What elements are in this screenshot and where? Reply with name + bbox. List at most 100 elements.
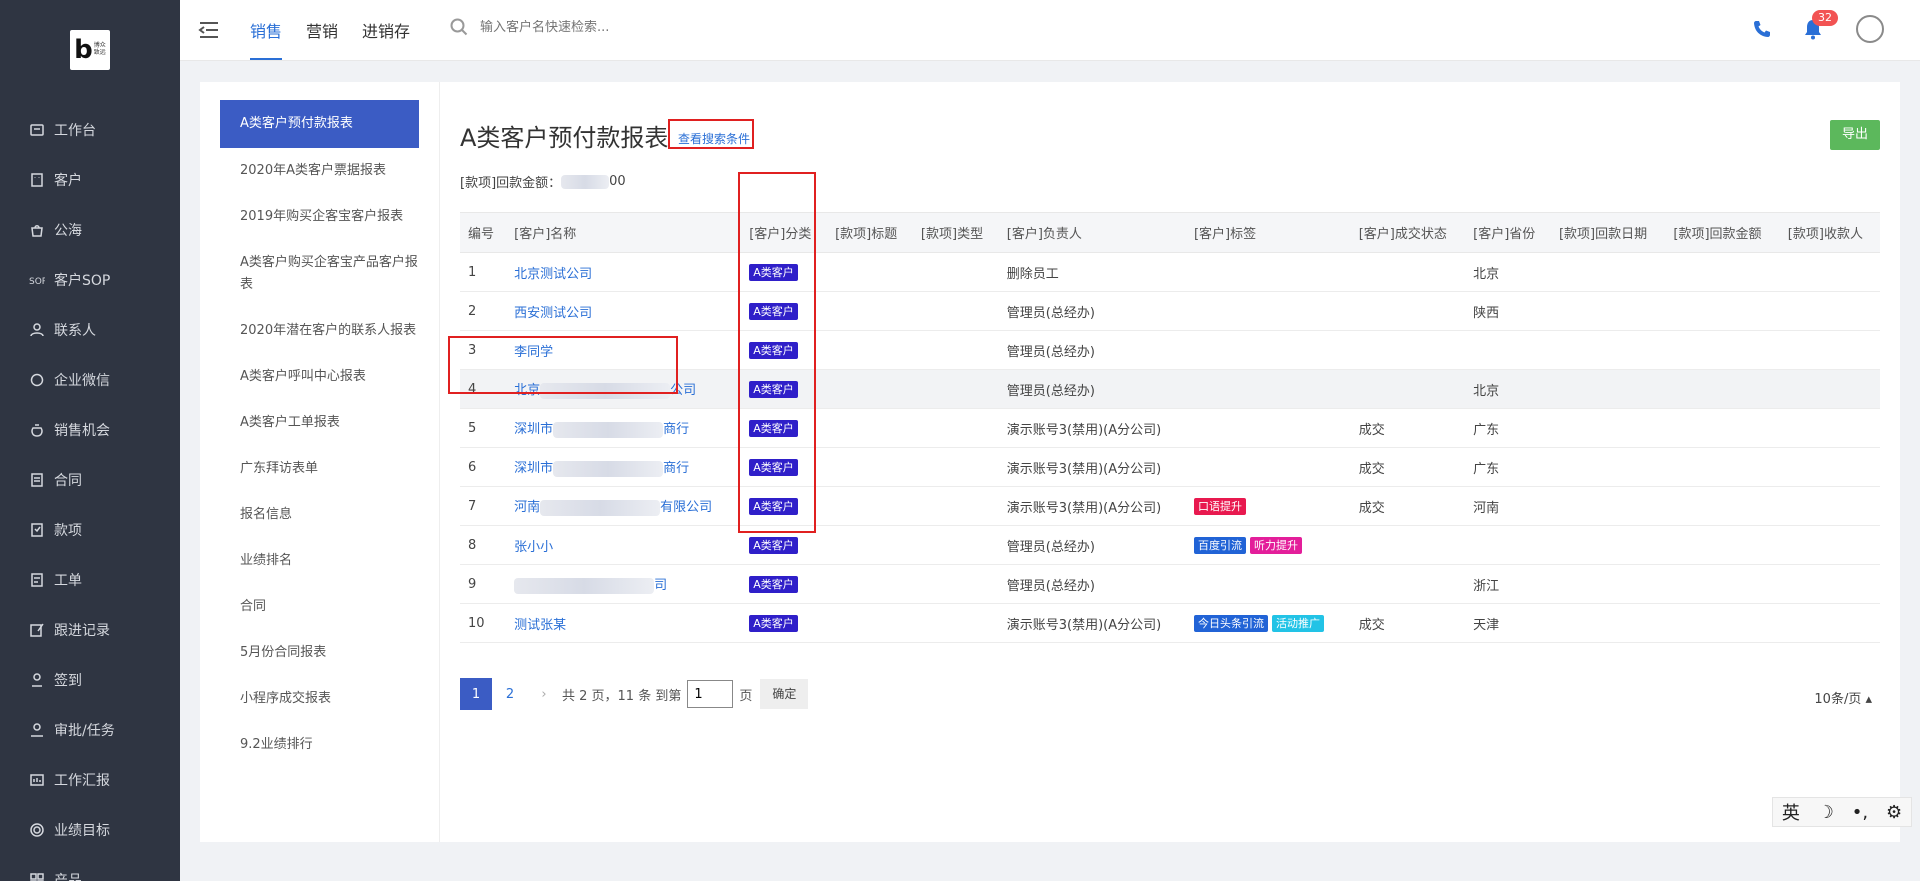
column-header[interactable]: [款项]回款金额 [1665, 212, 1780, 253]
report-item[interactable]: 报名信息 [200, 492, 439, 538]
report-item[interactable]: 9.2业绩排行 [200, 722, 439, 768]
column-header[interactable]: [款项]收款人 [1779, 212, 1880, 253]
page-1-button[interactable]: 1 [460, 678, 492, 710]
sidebar-item-3[interactable]: SOP 客户SOP [0, 255, 180, 305]
sidebar-item-4[interactable]: 联系人 [0, 305, 180, 355]
category-tag: A类客户 [749, 537, 798, 554]
goto-confirm-button[interactable]: 确定 [760, 679, 809, 709]
column-header[interactable]: 编号 [460, 212, 507, 253]
customer-name-link[interactable]: 张小小 [514, 540, 553, 555]
sidebar-item-9[interactable]: 工单 [0, 555, 180, 605]
chat-icon [28, 371, 46, 389]
customer-name-link[interactable]: 西安测试公司 [514, 306, 592, 321]
sidebar-item-label: 销售机会 [54, 423, 110, 439]
tab-2[interactable]: 进销存 [362, 0, 410, 60]
customer-name-suffix[interactable]: 商行 [663, 422, 689, 437]
phone-icon[interactable] [1752, 19, 1772, 39]
report-item[interactable]: A类客户购买企客宝产品客户报表 [200, 240, 439, 308]
brand-logo[interactable]: b 博众 致远 [70, 30, 110, 70]
status-cell [1350, 564, 1466, 604]
page-size-select[interactable]: 10条/页 ▴ [1814, 688, 1872, 707]
search-icon [450, 18, 468, 36]
sidebar-item-6[interactable]: 销售机会 [0, 405, 180, 455]
gear-icon[interactable]: ⚙ [1886, 802, 1902, 823]
customer-name-link[interactable]: 深圳市 [514, 422, 553, 437]
column-header[interactable]: [客户]名称 [506, 212, 742, 253]
table-row[interactable]: 5 深圳市 商行 A类客户 演示账号3(禁用)(A分公司) 成交 广东 [460, 408, 1880, 448]
report-item[interactable]: 合同 [200, 584, 439, 630]
customer-name-link[interactable]: 河南 [514, 500, 540, 515]
payment-date-cell [1550, 486, 1666, 526]
sidebar-item-1[interactable]: 客户 [0, 155, 180, 205]
report-item[interactable]: 2019年购买企客宝客户报表 [200, 194, 439, 240]
tags-cell [1185, 564, 1351, 604]
sidebar-item-2[interactable]: 公海 [0, 205, 180, 255]
table-row[interactable]: 6 深圳市 商行 A类客户 演示账号3(禁用)(A分公司) 成交 广东 [460, 447, 1880, 487]
table-row[interactable]: 9 司 A类客户 管理员(总经办) 浙江 [460, 564, 1880, 604]
sidebar-item-5[interactable]: 企业微信 [0, 355, 180, 405]
report-item[interactable]: 2020年A类客户票据报表 [200, 148, 439, 194]
payment-icon [28, 521, 46, 539]
report-item[interactable]: 业绩排名 [200, 538, 439, 584]
payment-amount-cell [1665, 408, 1780, 448]
sidebar-item-11[interactable]: 签到 [0, 655, 180, 705]
payment-date-cell [1550, 330, 1666, 370]
report-item[interactable]: A类客户预付款报表 [220, 100, 419, 148]
sidebar-item-8[interactable]: 款项 [0, 505, 180, 555]
column-header[interactable]: [客户]标签 [1185, 212, 1351, 253]
goto-page-input[interactable] [687, 680, 734, 708]
column-header[interactable]: [款项]回款日期 [1550, 212, 1666, 253]
customer-tag: 今日头条引流 [1193, 615, 1268, 632]
column-header[interactable]: [客户]成交状态 [1350, 212, 1466, 253]
payment-type-cell [912, 330, 999, 370]
province-cell: 广东 [1465, 408, 1551, 448]
payment-amount-cell [1665, 291, 1780, 331]
sidebar-item-label: 客户SOP [54, 273, 111, 289]
tab-0[interactable]: 销售 [250, 0, 283, 60]
customer-name-link[interactable]: 北京测试公司 [514, 267, 592, 282]
report-item[interactable]: 2020年潜在客户的联系人报表 [200, 308, 439, 354]
collapse-menu-icon[interactable] [198, 20, 220, 40]
table-row[interactable]: 7 河南 有限公司 A类客户 演示账号3(禁用)(A分公司) 口语提升 成交 河南 [460, 486, 1880, 526]
row-number: 2 [460, 291, 507, 331]
report-item[interactable]: 广东拜访表单 [200, 446, 439, 492]
sidebar-item-12[interactable]: 审批/任务 [0, 705, 180, 755]
tab-1[interactable]: 营销 [306, 0, 338, 60]
table-row[interactable]: 8 张小小 A类客户 管理员(总经办) 百度引流 听力提升 [460, 525, 1880, 565]
search-input[interactable] [480, 19, 780, 35]
sidebar-item-0[interactable]: 工作台 [0, 105, 180, 155]
report-item[interactable]: A类客户工单报表 [200, 400, 439, 446]
sidebar-item-10[interactable]: 跟进记录 [0, 605, 180, 655]
sidebar-item-14[interactable]: 业绩目标 [0, 805, 180, 855]
sidebar-item-15[interactable]: 产品 [0, 855, 180, 881]
ime-lang-toggle[interactable]: 英 [1782, 799, 1800, 825]
sidebar-item-13[interactable]: 工作汇报 [0, 755, 180, 805]
table-row[interactable]: 1 北京测试公司 A类客户 删除员工 北京 [460, 252, 1880, 292]
sidebar-item-label: 工单 [54, 573, 82, 589]
table-row[interactable]: 2 西安测试公司 A类客户 管理员(总经办) 陕西 [460, 291, 1880, 331]
punctuation-icon[interactable]: •, [1852, 802, 1868, 823]
customer-name-link[interactable]: 深圳市 [514, 461, 553, 476]
moon-icon[interactable]: ☽ [1818, 802, 1834, 823]
payment-date-cell [1550, 525, 1666, 565]
owner-cell: 管理员(总经办) [998, 369, 1186, 409]
table-row[interactable]: 10 测试张某 A类客户 演示账号3(禁用)(A分公司) 今日头条引流 活动推广 成交 天津 [460, 603, 1880, 643]
next-page-icon[interactable]: › [528, 678, 560, 710]
column-header[interactable]: [客户]负责人 [998, 212, 1186, 253]
customer-name-suffix[interactable]: 有限公司 [660, 500, 712, 515]
customer-name-link[interactable]: 测试张某 [514, 618, 566, 633]
page-2-button[interactable]: 2 [494, 678, 526, 710]
report-item[interactable]: A类客户呼叫中心报表 [200, 354, 439, 400]
highlight-box-conditions [668, 119, 754, 149]
column-header[interactable]: [款项]标题 [827, 212, 913, 253]
column-header[interactable]: [款项]类型 [912, 212, 999, 253]
sidebar-item-7[interactable]: 合同 [0, 455, 180, 505]
user-avatar[interactable] [1856, 15, 1884, 43]
report-item[interactable]: 小程序成交报表 [200, 676, 439, 722]
export-button[interactable]: 导出 [1829, 120, 1880, 150]
blurred-name [514, 577, 655, 594]
report-item[interactable]: 5月份合同报表 [200, 630, 439, 676]
customer-name-suffix[interactable]: 商行 [663, 461, 689, 476]
customer-name-suffix[interactable]: 司 [654, 578, 667, 593]
column-header[interactable]: [客户]省份 [1465, 212, 1551, 253]
